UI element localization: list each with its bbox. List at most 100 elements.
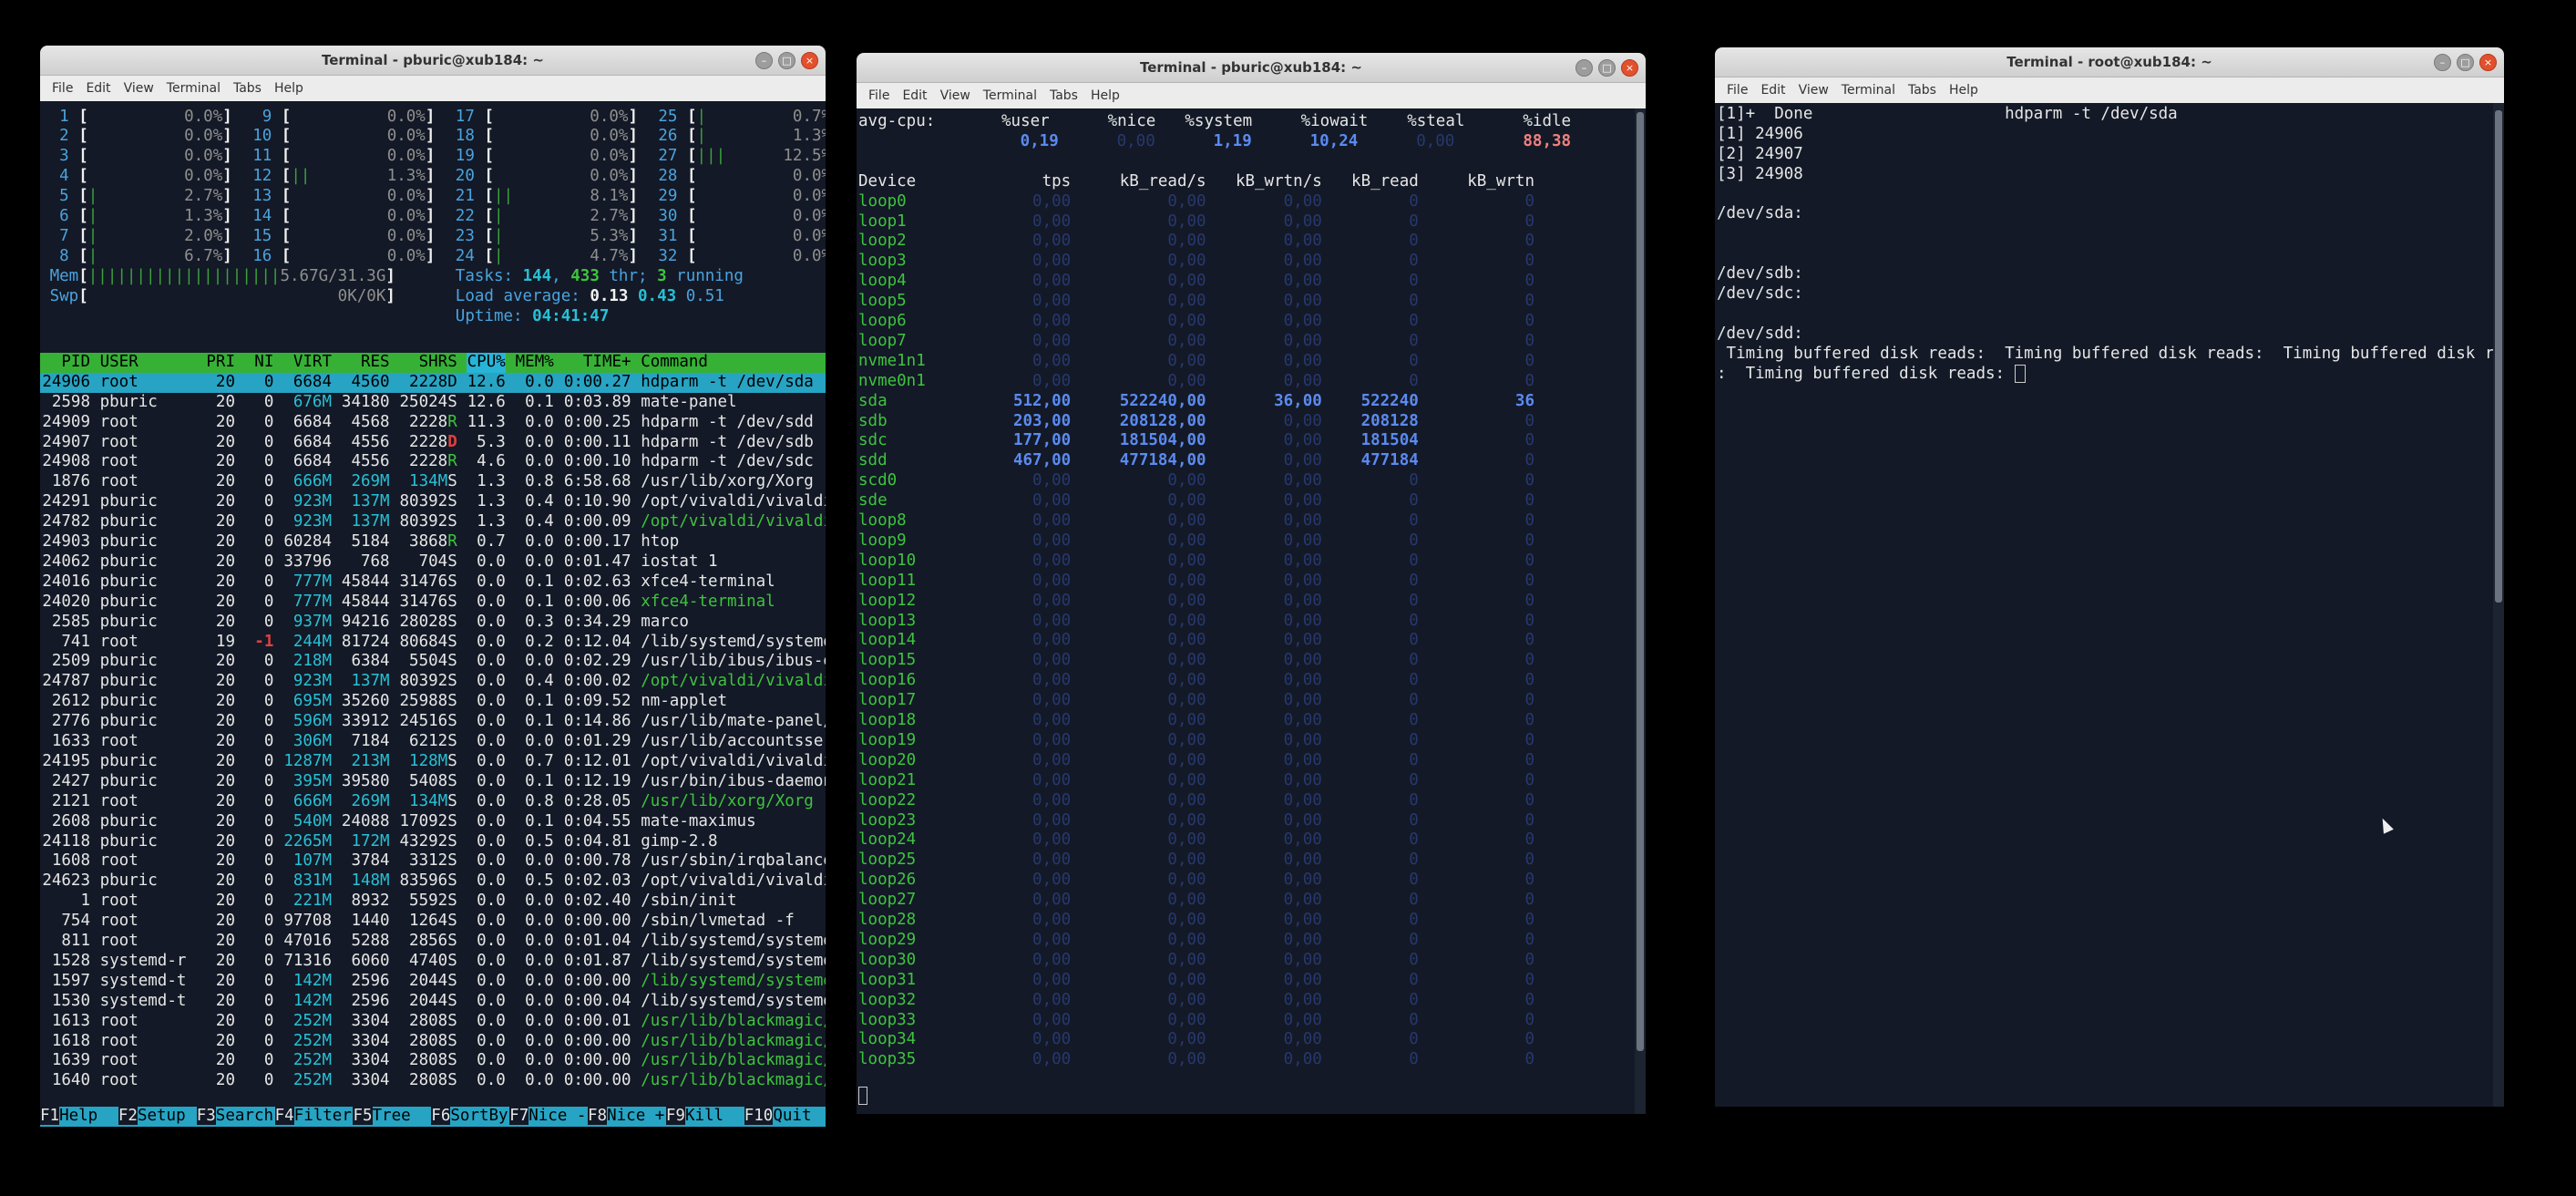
htop-window[interactable]: Terminal - pburic@xub184: ~ – □ × File Ed… [40,46,826,1127]
maximize-button[interactable]: □ [1598,59,1616,77]
process-row[interactable]: 24787 pburic 20 0 923M 137M 80392 S 0.0 0.4 0:00.0… [40,672,826,692]
cell-shr: 28028 [399,612,448,631]
minimize-button[interactable]: – [1575,59,1593,77]
process-row[interactable]: 24118 pburic 20 0 2265M 172M 43292 S 0.0 0.5 0:04.… [40,832,826,852]
menu-terminal[interactable]: Terminal [977,88,1043,103]
process-row[interactable]: 2598 pburic 20 0 676M 34180 25024 S 12.6 0.1 0:03.… [40,393,826,413]
process-row[interactable]: 811 root 20 0 47016 5288 2856 S 0.0 0.0 0:01.04/li… [40,932,826,952]
htop-terminal[interactable]: 1 [ 0.0%] 2 [ 0.0%] 3 [ 0.0%] 4 [ 0.0%] … [40,101,826,1127]
titlebar[interactable]: Terminal - pburic@xub184: ~ – □ × [40,46,826,76]
process-row[interactable]: 1618 root 20 0 252M 3304 2808 S 0.0 0.0 0:00.00/us… [40,1032,826,1052]
fkey-help[interactable]: F1Help [40,1107,97,1127]
process-row[interactable]: 24062 pburic 20 0 33796 768 704 S 0.0 0.0 0:01.47 i… [40,552,826,572]
cell-pid: PID [61,352,90,371]
iostat-window[interactable]: Terminal - pburic@xub184: ~ – □ × File Ed… [857,53,1646,1114]
menu-edit[interactable]: Edit [896,88,933,103]
menu-help[interactable]: Help [1943,83,1985,98]
process-row[interactable]: 1639 root 20 0 252M 3304 2808 S 0.0 0.0 0:00.00/us… [40,1051,826,1071]
menu-help[interactable]: Help [1084,88,1126,103]
menu-view[interactable]: View [1792,83,1835,98]
cpu-percent: 0.0% [291,107,426,126]
process-row[interactable]: 24195 pburic 20 0 1287M 213M 128M S 0.0 0.7 0:12.0… [40,752,826,772]
process-row[interactable]: 2121 root 20 0 666M 269M 134M S 0.0 0.8 0:28.05/us… [40,792,826,812]
menu-tabs[interactable]: Tabs [1043,88,1084,103]
process-row[interactable]: 24906 root 20 0 6684 4560 2228 D 12.6 0.0 0:00.27 h… [40,372,826,393]
process-table-header[interactable]: PID USER PRI NI VIRT RES SHR S CPU% MEM% TIME+ Comm… [40,352,826,373]
menu-tabs[interactable]: Tabs [1902,83,1943,98]
maximize-button[interactable]: □ [778,52,795,69]
process-row[interactable]: 2776 pburic 20 0 596M 33912 24516 S 0.0 0.1 0:14.8… [40,712,826,732]
process-row[interactable]: 1608 root 20 0 107M 3784 3312 S 0.0 0.0 0:00.78/us… [40,851,826,871]
menu-view[interactable]: View [118,81,160,96]
process-row[interactable]: 24016 pburic 20 0 777M 45844 31476 S 0.0 0.1 0:02.… [40,572,826,593]
device-value: 36,00 [1274,391,1322,410]
titlebar[interactable]: Terminal - pburic@xub184: ~ – □ × [857,53,1646,83]
root-terminal[interactable]: [1]+ Done hdparm -t /dev/sda [1] 24906 [2]… [1715,103,2493,1107]
close-button[interactable]: × [1621,59,1638,77]
cell-virt: 666M [292,472,332,491]
titlebar[interactable]: Terminal - root@xub184: ~ – □ × [1715,47,2504,77]
close-button[interactable]: × [2479,54,2497,71]
menu-file[interactable]: File [862,88,896,103]
menu-file[interactable]: File [46,81,79,96]
fkey-sortby[interactable]: F6SortBy [431,1107,508,1127]
process-row[interactable]: 2608 pburic 20 0 540M 24088 17092 S 0.0 0.1 0:04.5… [40,812,826,832]
fkey-filter[interactable]: F4Filter [274,1107,352,1127]
fkey-setup[interactable]: F2Setup [118,1107,186,1127]
cpu-meter-4: 4 [ 0.0%] [50,167,232,187]
process-row[interactable]: 24291 pburic 20 0 923M 137M 80392 S 1.3 0.4 0:10.9… [40,492,826,512]
cell-time-plus: 0:34.29 [563,612,631,631]
maximize-button[interactable]: □ [2457,54,2474,71]
menu-terminal[interactable]: Terminal [1835,83,1902,98]
fkey-nice[interactable]: F7Nice - [509,1107,586,1127]
process-row[interactable]: 24020 pburic 20 0 777M 45844 31476 S 0.0 0.1 0:00.… [40,593,826,613]
process-row[interactable]: 24907 root 20 0 6684 4556 2228 D 5.3 0.0 0:00.11 hd… [40,433,826,453]
fkey-kill[interactable]: F9Kill [665,1107,724,1127]
process-row[interactable]: 1613 root 20 0 252M 3304 2808 S 0.0 0.0 0:00.01/us… [40,1012,826,1032]
menu-tabs[interactable]: Tabs [227,81,268,96]
process-row[interactable]: 24903 pburic 20 0 60284 5184 3868 R 0.7 0.0 0:00.1… [40,532,826,552]
minimize-button[interactable]: – [755,52,773,69]
minimize-button[interactable]: – [2434,54,2451,71]
device-value: 467,00 [1012,451,1072,470]
menu-file[interactable]: File [1720,83,1754,98]
cpu-percent: 0.7% [706,107,826,126]
process-row[interactable]: 1876 root 20 0 666M 269M 134M S 1.3 0.8 6:58.68/us… [40,472,826,492]
menu-view[interactable]: View [934,88,977,103]
process-row[interactable]: 1640 root 20 0 252M 3304 2808 S 0.0 0.0 0:00.00/us… [40,1071,826,1091]
cpu-bar: || [291,167,311,186]
menu-terminal[interactable]: Terminal [160,81,227,96]
process-row[interactable]: 754 root 20 0 97708 1440 1264 S 0.0 0.0 0:00.00/sb… [40,912,826,932]
process-row[interactable]: 1530 systemd-t 20 0 142M 2596 2044 S 0.0 0.0 0:00.… [40,992,826,1012]
device-row: loop2 0,00 0,00 0,00 0 0 [857,232,1635,252]
scrollbar[interactable] [1635,108,1646,1114]
root-window[interactable]: Terminal - root@xub184: ~ – □ × File Edit… [1715,47,2504,1107]
process-row[interactable]: 24623 pburic 20 0 831M 148M 83596 S 0.0 0.5 0:02.0… [40,871,826,892]
fkey-nice[interactable]: F8Nice + [588,1107,664,1127]
process-row[interactable]: 2509 pburic 20 0 218M 6384 5504 S 0.0 0.0 0:02.29 /… [40,652,826,672]
process-row[interactable]: 2585 pburic 20 0 937M 94216 28028 S 0.0 0.3 0:34.2… [40,613,826,633]
process-row[interactable]: 1528 systemd-r 20 0 71316 6060 4740 S 0.0 0.0 0:01… [40,952,826,972]
menu-edit[interactable]: Edit [79,81,117,96]
process-row[interactable]: 2612 pburic 20 0 695M 35260 25988 S 0.0 0.1 0:09.5… [40,692,826,712]
menu-help[interactable]: Help [268,81,310,96]
fkey-quit[interactable]: F10Quit [744,1107,812,1127]
process-row[interactable]: 741 root 19 -1 244M 81724 80684 S 0.0 0.2 0:12.04 /… [40,633,826,653]
fkey-search[interactable]: F3Search [196,1107,273,1127]
cpu-bar: | [87,187,98,206]
device-row: nvme0n1 0,00 0,00 0,00 0 0 [857,372,1635,392]
cell-ni: 0 [263,372,274,391]
menu-edit[interactable]: Edit [1754,83,1791,98]
process-row[interactable]: 24909 root 20 0 6684 4568 2228 R 11.3 0.0 0:00.25 h… [40,413,826,433]
close-button[interactable]: × [801,52,818,69]
process-row[interactable]: 24782 pburic 20 0 923M 137M 80392 S 1.3 0.4 0:00.0… [40,512,826,532]
scrollbar[interactable] [2493,103,2504,1107]
device-value: 0,00 [1167,970,1206,989]
process-row[interactable]: 2427 pburic 20 0 395M 39580 5408 S 0.0 0.1 0:12.19… [40,772,826,792]
fkey-tree[interactable]: F5Tree [353,1107,411,1127]
process-row[interactable]: 1633 root 20 0 306M 7184 6212 S 0.0 0.0 0:01.29/us… [40,732,826,752]
process-row[interactable]: 1 root 20 0 221M 8932 5592 S 0.0 0.0 0:02.40/sbin/… [40,892,826,912]
iostat-terminal[interactable]: avg-cpu: %user %nice %system %iowait %steal %i… [857,108,1635,1114]
process-row[interactable]: 24908 root 20 0 6684 4556 2228 R 4.6 0.0 0:00.10 hd… [40,452,826,472]
process-row[interactable]: 1597 systemd-t 20 0 142M 2596 2044 S 0.0 0.0 0:00.… [40,972,826,992]
